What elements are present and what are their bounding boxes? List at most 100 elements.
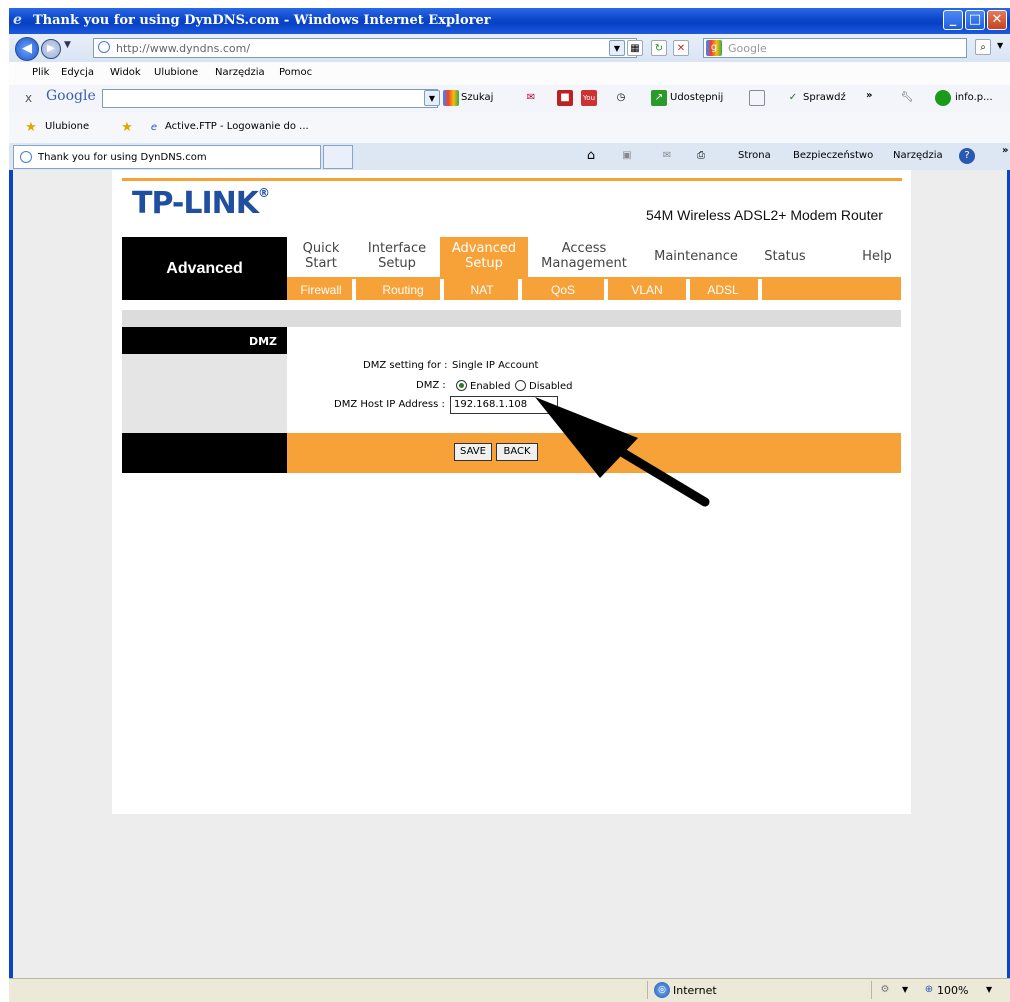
annotation-arrow <box>535 397 710 507</box>
szukaj-button[interactable]: Szukaj <box>461 92 493 103</box>
back-button[interactable]: ◀ <box>15 37 39 61</box>
subnav-qos[interactable]: QoS <box>524 283 602 297</box>
help-icon[interactable]: ? <box>959 148 975 164</box>
tab-active[interactable]: Thank you for using DynDNS.com <box>13 145 321 169</box>
address-field[interactable]: http://www.dyndns.com/ <box>93 38 637 58</box>
window-frame-left <box>9 170 13 978</box>
search-icon[interactable]: ⌕ <box>975 39 991 55</box>
subnav-separator <box>686 279 690 300</box>
content-top-band <box>122 310 901 327</box>
globe-icon: ◎ <box>654 982 670 998</box>
subnav-separator <box>352 279 356 300</box>
clock-icon[interactable]: ◷ <box>613 90 629 106</box>
page-icon <box>98 41 110 53</box>
header-accent-line <box>122 178 902 181</box>
subnav-separator <box>604 279 608 300</box>
tab-more-chevron-icon[interactable]: » <box>1002 145 1008 156</box>
search-placeholder: Google <box>728 42 767 55</box>
info-button[interactable]: info.p... <box>955 92 993 103</box>
youtube-icon[interactable]: You <box>581 90 597 106</box>
nav-access-management[interactable]: Access Management <box>536 241 632 271</box>
compatibility-icon[interactable]: ▦ <box>627 40 643 56</box>
share-icon[interactable]: ↗ <box>651 90 667 106</box>
status-dot-icon <box>935 90 951 106</box>
spellcheck-icon[interactable]: ✓ <box>785 90 801 106</box>
add-favorite-icon[interactable]: ★ <box>119 120 135 136</box>
zoom-icon: ⊕ <box>924 984 934 995</box>
close-button[interactable]: ✕ <box>987 10 1007 30</box>
menu-narzedzia[interactable]: Narzędzia <box>215 67 265 78</box>
tab-loading-icon <box>20 151 32 163</box>
dmz-setting-for-label: DMZ setting for : <box>363 360 448 371</box>
maximize-button[interactable]: □ <box>965 10 985 30</box>
nav-help[interactable]: Help <box>852 249 902 264</box>
menu-pomoc[interactable]: Pomoc <box>279 67 312 78</box>
bookmark-icon[interactable] <box>749 90 765 106</box>
subnav-vlan[interactable]: VLAN <box>610 283 684 297</box>
favorites-star-icon: ★ <box>25 120 37 135</box>
nav-status[interactable]: Status <box>758 249 812 264</box>
subnav-adsl[interactable]: ADSL <box>692 283 754 297</box>
router-model: 54M Wireless ADSL2+ Modem Router <box>646 207 883 223</box>
home-icon[interactable]: ⌂ <box>583 148 599 164</box>
radio-selected-dot <box>459 383 464 388</box>
host-ip-label: DMZ Host IP Address : <box>334 399 445 410</box>
zoom-dropdown-icon[interactable]: ▼ <box>902 985 908 994</box>
feeds-icon[interactable]: ▣ <box>619 148 635 164</box>
address-toolbar: ◀ ▶ ▼ http://www.dyndns.com/ ▼ ▦ ↻ ✕ g G… <box>9 34 1010 63</box>
mail-icon[interactable]: ✉ <box>523 90 539 106</box>
address-url: http://www.dyndns.com/ <box>116 42 251 55</box>
narzedzia-menu[interactable]: Narzędzia <box>893 150 943 161</box>
dmz-heading: DMZ <box>248 335 277 348</box>
stop-icon[interactable]: ✕ <box>673 40 689 56</box>
zoom-level[interactable]: 100% <box>937 984 968 997</box>
sprawdz-button[interactable]: Sprawdź <box>803 92 846 103</box>
status-bar: ◎ Internet ⚙︎ ▼ ⊕ 100% ▼ <box>9 978 1010 1002</box>
dmz-disabled-radio[interactable] <box>515 380 526 391</box>
subnav-nat[interactable]: NAT <box>446 283 518 297</box>
minimize-button[interactable]: _ <box>943 10 963 30</box>
menu-widok[interactable]: Widok <box>110 67 141 78</box>
new-tab-button[interactable] <box>323 145 353 169</box>
strona-menu[interactable]: Strona <box>738 150 771 161</box>
search-options-icon[interactable]: ▼ <box>997 41 1003 50</box>
read-mail-icon[interactable]: ✉ <box>659 148 675 164</box>
calendar-icon[interactable]: ■ <box>557 90 573 106</box>
bezpieczenstwo-menu[interactable]: Bezpieczeństwo <box>793 150 873 161</box>
subnav-separator <box>758 279 762 300</box>
subnav-firewall[interactable]: Firewall <box>290 283 352 297</box>
menu-ulubione[interactable]: Ulubione <box>154 67 198 78</box>
status-divider <box>647 981 648 999</box>
wrench-icon[interactable]: 🔧︎ <box>899 90 915 106</box>
link-page-icon: e <box>150 122 158 133</box>
nav-quick-start[interactable]: Quick Start <box>294 241 348 271</box>
nav-maintenance[interactable]: Maintenance <box>648 249 744 264</box>
udostepnij-button[interactable]: Udostępnij <box>670 92 723 103</box>
close-toolbar-icon[interactable]: x <box>25 91 32 105</box>
subnav-separator <box>440 279 444 300</box>
nav-interface-setup[interactable]: Interface Setup <box>362 241 432 271</box>
save-button[interactable]: SAVE <box>454 443 492 461</box>
refresh-icon[interactable]: ↻ <box>651 40 667 56</box>
dmz-enabled-radio[interactable] <box>456 380 467 391</box>
favorite-link-activeftp[interactable]: Active.FTP - Logowanie do ... <box>165 121 309 132</box>
address-dropdown-icon[interactable]: ▼ <box>609 40 625 56</box>
google-search-input[interactable] <box>102 89 438 108</box>
dmz-label: DMZ : <box>416 380 446 391</box>
window-title: Thank you for using DynDNS.com - Windows… <box>33 13 491 28</box>
subnav-routing[interactable]: Routing <box>360 283 446 297</box>
protected-mode-icon[interactable]: ⚙︎ <box>877 982 893 998</box>
nav-advanced-setup[interactable]: Advanced Setup <box>440 241 528 271</box>
search-field[interactable]: g Google <box>703 38 967 58</box>
more-chevron-icon[interactable]: » <box>866 90 872 101</box>
google-dropdown-icon[interactable]: ▼ <box>424 90 440 106</box>
menu-plik[interactable]: Plik <box>32 67 49 78</box>
print-icon[interactable]: ⎙ <box>693 148 709 164</box>
ulubione-button[interactable]: Ulubione <box>45 121 89 132</box>
forward-button[interactable]: ▶ <box>41 39 61 59</box>
menu-bar: Plik Edycja Widok Ulubione Narzędzia Pom… <box>9 62 1010 86</box>
subnav-separator <box>518 279 522 300</box>
history-dropdown-icon[interactable]: ▼ <box>64 40 71 50</box>
menu-edycja[interactable]: Edycja <box>61 67 94 78</box>
zoom-options-icon[interactable]: ▼ <box>986 985 992 994</box>
